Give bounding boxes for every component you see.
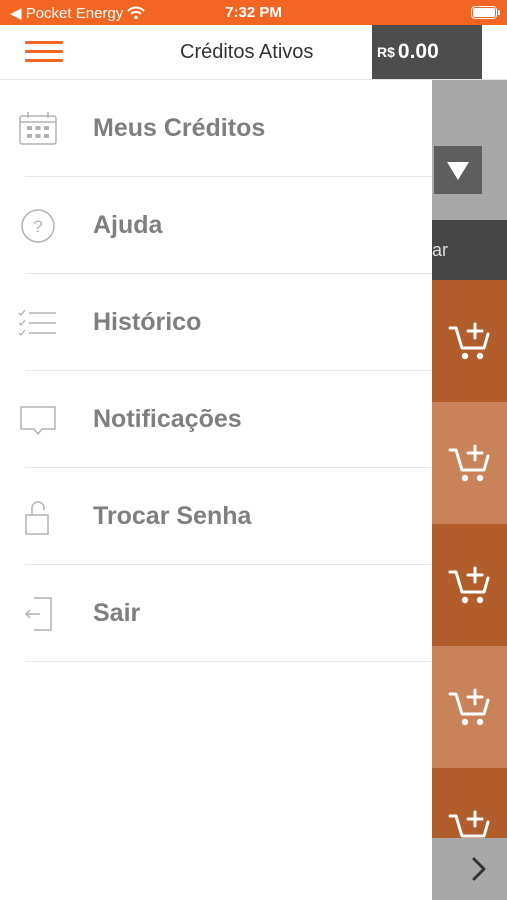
menu-item-notificacoes[interactable]: Notificações <box>0 371 432 468</box>
message-icon <box>20 406 56 435</box>
menu-divider <box>25 661 432 662</box>
product-row[interactable] <box>432 646 507 768</box>
background-content: ar <box>432 80 507 900</box>
balance-amount: 0.00 <box>397 40 439 63</box>
svg-text:?: ? <box>33 217 42 236</box>
add-to-cart-icon[interactable] <box>448 686 492 728</box>
add-to-cart-icon[interactable] <box>448 320 492 362</box>
menu-item-label: Sair <box>93 599 141 627</box>
calendar-icon <box>19 112 57 145</box>
checklist-icon <box>18 309 56 336</box>
battery-icon <box>471 6 500 19</box>
chevron-right-icon <box>472 857 486 881</box>
hamburger-menu-icon[interactable] <box>25 41 63 63</box>
add-to-cart-icon[interactable] <box>448 442 492 484</box>
balance-badge: R$ 0.00 <box>372 25 482 79</box>
side-menu-drawer: Meus Créditos ? Ajuda Histórico Notifica… <box>0 80 432 900</box>
logout-icon <box>24 597 52 631</box>
product-row[interactable] <box>432 280 507 402</box>
menu-item-historico[interactable]: Histórico <box>0 274 432 371</box>
unlock-icon <box>25 501 49 535</box>
menu-item-label: Notificações <box>93 405 242 433</box>
status-time: 7:32 PM <box>225 4 282 21</box>
status-bar: ◀ Pocket Energy 7:32 PM <box>0 0 507 25</box>
product-row[interactable] <box>432 768 507 838</box>
product-row[interactable] <box>432 524 507 646</box>
add-to-cart-icon[interactable] <box>448 808 492 838</box>
add-to-cart-icon[interactable] <box>448 564 492 606</box>
app-header: Créditos Ativos R$ 0.00 <box>0 25 507 80</box>
product-row[interactable] <box>432 402 507 524</box>
menu-item-label: Meus Créditos <box>93 114 266 142</box>
background-button-label: ar <box>432 240 449 260</box>
menu-item-trocar-senha[interactable]: Trocar Senha <box>0 468 432 565</box>
background-filter-bar <box>432 80 507 220</box>
menu-item-label: Histórico <box>93 308 202 336</box>
menu-item-label: Ajuda <box>93 211 163 239</box>
menu-item-label: Trocar Senha <box>93 502 252 530</box>
menu-item-sair[interactable]: Sair <box>0 565 432 662</box>
menu-item-ajuda[interactable]: ? Ajuda <box>0 177 432 274</box>
currency-symbol: R$ <box>377 44 395 60</box>
menu-item-meus-creditos[interactable]: Meus Créditos <box>0 80 432 177</box>
help-icon: ? <box>21 209 55 243</box>
background-button[interactable]: ar <box>432 220 507 280</box>
page-title: Créditos Ativos <box>180 41 314 63</box>
dropdown-arrow-icon[interactable] <box>434 146 482 194</box>
next-page-button[interactable] <box>432 838 507 900</box>
